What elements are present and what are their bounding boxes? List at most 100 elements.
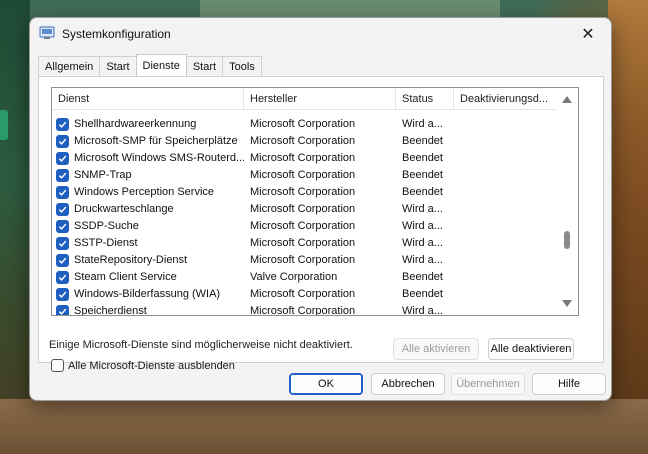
table-row[interactable]: Druckwarteschlange Microsoft Corporation W… <box>52 201 557 218</box>
tab-systemstart[interactable]: Start <box>185 56 224 76</box>
vendor-cell: Valve Corporation <box>250 271 338 283</box>
checkmark-icon <box>58 172 67 179</box>
service-checkbox[interactable] <box>56 305 69 315</box>
scrollbar-thumb[interactable] <box>564 231 570 249</box>
disabled-date-cell <box>454 150 557 167</box>
service-checkbox[interactable] <box>56 237 69 250</box>
desktop-background-bottom <box>0 399 648 454</box>
checkmark-icon <box>58 308 67 315</box>
column-header-hersteller[interactable]: Hersteller <box>244 88 396 110</box>
table-row[interactable]: Shellhardwareerkennung Microsoft Corporat… <box>52 116 557 133</box>
disabled-date-cell <box>454 116 557 133</box>
checkmark-icon <box>58 155 67 162</box>
checkmark-icon <box>58 291 67 298</box>
help-button[interactable]: Hilfe <box>532 373 606 395</box>
status-cell: Wird a... <box>402 254 443 266</box>
vendor-cell: Microsoft Corporation <box>250 203 356 215</box>
status-cell: Beendet <box>402 169 443 181</box>
status-cell: Wird a... <box>402 220 443 232</box>
status-cell: Beendet <box>402 271 443 283</box>
table-row[interactable]: SSTP-Dienst Microsoft Corporation Wird a..… <box>52 235 557 252</box>
tab-allgemein[interactable]: Allgemein <box>38 56 101 76</box>
service-checkbox[interactable] <box>56 152 69 165</box>
checkbox-box[interactable] <box>51 359 64 372</box>
vendor-cell: Microsoft Corporation <box>250 118 356 130</box>
services-panel: Dienst Hersteller Status Deaktivierungsd… <box>38 76 604 372</box>
disabled-date-cell <box>454 184 557 201</box>
service-checkbox[interactable] <box>56 186 69 199</box>
disabled-date-cell <box>454 201 557 218</box>
column-header-dienst[interactable]: Dienst <box>52 88 244 110</box>
tab-start[interactable]: Start <box>99 56 137 76</box>
table-row[interactable]: SNMP-Trap Microsoft Corporation Beendet <box>52 167 557 184</box>
service-checkbox[interactable] <box>56 135 69 148</box>
service-cell: Microsoft-SMP für Speicherplätze <box>52 133 244 150</box>
service-cell: Shellhardwareerkennung <box>52 116 244 133</box>
service-checkbox[interactable] <box>56 254 69 267</box>
service-name: SSTP-Dienst <box>74 237 138 249</box>
service-cell: Druckwarteschlange <box>52 201 244 218</box>
disabled-date-cell <box>454 235 557 252</box>
status-cell: Wird a... <box>402 237 443 249</box>
service-cell: Windows Perception Service <box>52 184 244 201</box>
status-cell: Beendet <box>402 288 443 300</box>
desktop-background-right <box>608 0 648 400</box>
vendor-cell: Microsoft Corporation <box>250 237 356 249</box>
disabled-date-cell <box>454 269 557 286</box>
scroll-up-icon[interactable] <box>562 96 572 103</box>
table-row[interactable]: Speicherdienst Microsoft Corporation Wird … <box>52 303 557 316</box>
table-row[interactable]: Windows Perception Service Microsoft Corp… <box>52 184 557 201</box>
status-cell: Wird a... <box>402 305 443 316</box>
checkmark-icon <box>58 121 67 128</box>
table-row[interactable]: SSDP-Suche Microsoft Corporation Wird a... <box>52 218 557 235</box>
service-checkbox[interactable] <box>56 288 69 301</box>
enable-all-button[interactable]: Alle aktivieren <box>393 338 479 360</box>
disabled-date-cell <box>454 218 557 235</box>
ok-button[interactable]: OK <box>289 373 363 395</box>
close-icon: ✕ <box>581 26 595 43</box>
scroll-down-icon[interactable] <box>562 300 572 307</box>
service-name: SSDP-Suche <box>74 220 139 232</box>
service-cell: SSDP-Suche <box>52 218 244 235</box>
table-row[interactable]: Windows-Bilderfassung (WIA) Microsoft Cor… <box>52 286 557 303</box>
window-title: Systemkonfiguration <box>62 27 171 41</box>
vendor-cell: Microsoft Corporation <box>250 254 356 266</box>
checkmark-icon <box>58 274 67 281</box>
tab-tools[interactable]: Tools <box>222 56 262 76</box>
disabled-date-cell <box>454 303 557 315</box>
table-row[interactable]: StateRepository-Dienst Microsoft Corporat… <box>52 252 557 269</box>
service-name: Microsoft Windows SMS-Routerd... <box>74 152 244 164</box>
disabled-date-cell <box>454 252 557 269</box>
close-button[interactable]: ✕ <box>565 18 611 50</box>
checkmark-icon <box>58 257 67 264</box>
checkmark-icon <box>58 240 67 247</box>
service-checkbox[interactable] <box>56 169 69 182</box>
tab-dienste[interactable]: Dienste <box>135 54 187 76</box>
title-bar[interactable]: Systemkonfiguration ✕ <box>30 18 611 50</box>
status-cell: Beendet <box>402 135 443 147</box>
service-checkbox[interactable] <box>56 118 69 131</box>
table-row[interactable]: Steam Client Service Valve Corporation Bee… <box>52 269 557 286</box>
service-cell: StateRepository-Dienst <box>52 252 244 269</box>
disabled-date-cell <box>454 286 557 303</box>
table-row[interactable]: Microsoft-SMP für Speicherplätze Microsof… <box>52 133 557 150</box>
service-checkbox[interactable] <box>56 203 69 216</box>
status-cell: Beendet <box>402 186 443 198</box>
column-header-deaktivierungsdatum[interactable]: Deaktivierungsd... <box>454 88 557 110</box>
cancel-button[interactable]: Abbrechen <box>371 373 445 395</box>
service-checkbox[interactable] <box>56 220 69 233</box>
hide-microsoft-services-checkbox[interactable]: Alle Microsoft-Dienste ausblenden <box>51 359 235 372</box>
disable-all-button[interactable]: Alle deaktivieren <box>488 338 574 360</box>
vendor-cell: Microsoft Corporation <box>250 305 356 316</box>
vendor-cell: Microsoft Corporation <box>250 220 356 232</box>
services-list[interactable]: Dienst Hersteller Status Deaktivierungsd… <box>51 87 579 316</box>
table-row[interactable]: Microsoft Windows SMS-Routerd... Microsof… <box>52 150 557 167</box>
desktop-icon-fragment[interactable] <box>0 110 8 140</box>
service-checkbox[interactable] <box>56 271 69 284</box>
vertical-scrollbar[interactable] <box>556 88 578 315</box>
apply-button[interactable]: Übernehmen <box>451 373 525 395</box>
system-configuration-dialog: Systemkonfiguration ✕ Allgemein Start Di… <box>29 17 612 401</box>
column-header-status[interactable]: Status <box>396 88 454 110</box>
disabled-date-cell <box>454 133 557 150</box>
service-name: Microsoft-SMP für Speicherplätze <box>74 135 238 147</box>
